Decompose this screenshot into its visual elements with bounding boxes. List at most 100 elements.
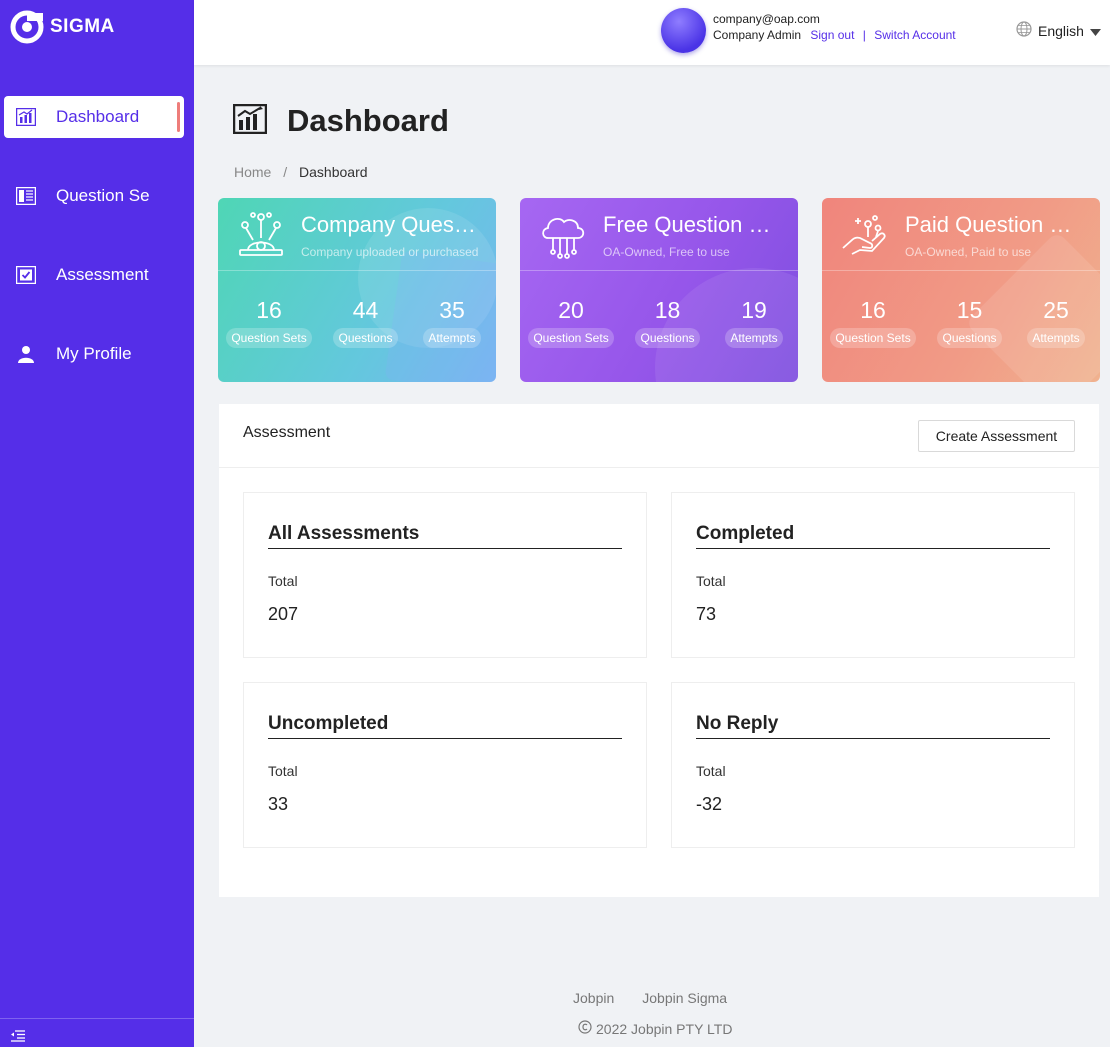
box-title: Completed xyxy=(696,523,795,544)
sidebar-footer xyxy=(0,1018,194,1047)
user-role: Company Admin xyxy=(713,28,802,42)
book-icon xyxy=(16,186,36,206)
app-logo[interactable]: SIGMA xyxy=(10,10,115,44)
sidebar-item-dashboard[interactable]: Dashboard xyxy=(4,96,184,138)
completed-box: Completed Total 73 xyxy=(671,492,1075,658)
chart-icon xyxy=(16,107,36,127)
assessment-panel-header: Assessment Create Assessment xyxy=(219,404,1099,468)
create-assessment-button[interactable]: Create Assessment xyxy=(918,420,1075,452)
stat-value: 16 xyxy=(256,297,282,323)
checkbox-icon xyxy=(16,265,36,285)
stat-value: 18 xyxy=(654,297,681,323)
box-underline xyxy=(268,548,622,549)
top-header: company@oap.com Company Admin Sign out |… xyxy=(194,0,1110,65)
globe-icon xyxy=(1016,21,1032,40)
stat-label: Attempts xyxy=(1027,328,1085,348)
stat-label: Attempts xyxy=(423,328,481,348)
box-value: -32 xyxy=(696,794,723,814)
stat-label: Question Sets xyxy=(830,328,916,348)
card-title: Company Question Sets xyxy=(301,212,481,237)
all-assessments-box: All Assessments Total 207 xyxy=(243,492,647,658)
box-value: 73 xyxy=(696,604,717,624)
sidebar-item-label: Dashboard xyxy=(56,107,140,126)
assessment-panel-title: Assessment xyxy=(243,424,331,441)
hand-coins-icon xyxy=(840,210,890,260)
user-email: company@oap.com xyxy=(713,12,820,26)
gear-network-icon xyxy=(236,210,286,260)
stat-value: 15 xyxy=(956,297,983,323)
box-title: Uncompleted xyxy=(268,713,389,734)
box-value: 207 xyxy=(268,604,299,624)
language-selector[interactable]: English xyxy=(1016,21,1101,40)
footer-links: Jobpin Jobpin Sigma xyxy=(573,990,727,1006)
stat-label: Questions xyxy=(635,328,700,348)
stat-label: Questions xyxy=(333,328,398,348)
user-role-line: Company Admin Sign out | Switch Account xyxy=(713,28,956,42)
sidebar-item-label: Assessment xyxy=(56,265,149,284)
footer-link-jobpin[interactable]: Jobpin xyxy=(573,990,614,1006)
sidebar-nav: Dashboard Question Se Assessment My Prof… xyxy=(0,96,194,412)
caret-down-icon xyxy=(1089,23,1101,39)
page-title: Dashboard xyxy=(287,103,449,138)
link-separator: | xyxy=(862,28,866,42)
stat-value: 25 xyxy=(1043,297,1069,323)
box-title: No Reply xyxy=(696,713,779,734)
copyright-text: 2022 Jobpin PTY LTD xyxy=(596,1020,733,1037)
avatar[interactable] xyxy=(661,8,706,53)
stat-question-sets: 16 Question Sets xyxy=(828,296,918,348)
breadcrumb-separator: / xyxy=(283,164,288,180)
cloud-network-icon xyxy=(538,210,588,260)
stat-value: 19 xyxy=(741,297,767,323)
breadcrumb-current: Dashboard xyxy=(299,164,368,180)
stat-value: 20 xyxy=(558,297,584,323)
footer-link-jobpin-sigma[interactable]: Jobpin Sigma xyxy=(642,990,727,1006)
card-title: Free Question Sets xyxy=(603,212,783,237)
box-underline xyxy=(268,738,622,739)
breadcrumb-home[interactable]: Home xyxy=(234,164,271,180)
box-value: 33 xyxy=(268,794,289,814)
stat-question-sets: 20 Question Sets xyxy=(526,296,616,348)
box-label: Total xyxy=(696,763,726,779)
sidebar-item-label: Question Se xyxy=(56,186,150,205)
card-divider xyxy=(520,270,798,271)
stat-attempts: 19 Attempts xyxy=(720,296,788,348)
stat-questions: 44 Questions xyxy=(328,296,403,348)
copyright-icon xyxy=(578,1020,592,1037)
sidebar-item-assessment[interactable]: Assessment xyxy=(0,254,194,296)
sign-out-link[interactable]: Sign out xyxy=(810,28,854,42)
paid-question-sets-card[interactable]: Paid Question Sets OA-Owned, Paid to use… xyxy=(822,198,1100,382)
free-question-sets-card[interactable]: Free Question Sets OA-Owned, Free to use… xyxy=(520,198,798,382)
box-label: Total xyxy=(268,573,298,589)
user-icon xyxy=(16,344,36,364)
stat-label: Question Sets xyxy=(226,328,312,348)
stat-questions: 15 Questions xyxy=(932,296,1007,348)
stat-label: Attempts xyxy=(725,328,783,348)
card-subtitle: Company uploaded or purchased xyxy=(301,245,479,259)
uncompleted-box: Uncompleted Total 33 xyxy=(243,682,647,848)
copyright: 2022 Jobpin PTY LTD xyxy=(578,1020,732,1037)
sigma-logo-icon xyxy=(10,10,44,44)
sidebar-item-label: My Profile xyxy=(56,344,132,363)
box-label: Total xyxy=(268,763,298,779)
collapse-menu-icon[interactable] xyxy=(10,1029,26,1047)
switch-account-link[interactable]: Switch Account xyxy=(874,28,955,42)
box-underline xyxy=(696,738,1050,739)
stat-attempts: 25 Attempts xyxy=(1022,296,1090,348)
card-divider xyxy=(218,270,496,271)
sidebar-item-my-profile[interactable]: My Profile xyxy=(0,333,194,375)
box-underline xyxy=(696,548,1050,549)
stat-label: Question Sets xyxy=(528,328,614,348)
box-title: All Assessments xyxy=(268,523,420,544)
stat-value: 44 xyxy=(352,297,379,323)
card-divider xyxy=(822,270,1100,271)
assessment-panel: Assessment Create Assessment All Assessm… xyxy=(219,404,1099,897)
stat-questions: 18 Questions xyxy=(630,296,705,348)
company-question-sets-card[interactable]: Company Question Sets Company uploaded o… xyxy=(218,198,496,382)
stat-value: 35 xyxy=(439,297,465,323)
sidebar-item-question-sets[interactable]: Question Se xyxy=(0,175,194,217)
card-title: Paid Question Sets xyxy=(905,212,1085,237)
card-subtitle: OA-Owned, Paid to use xyxy=(905,245,1032,259)
stat-question-sets: 16 Question Sets xyxy=(224,296,314,348)
sidebar: SIGMA Dashboard Question Se Assessment M… xyxy=(0,0,194,1047)
stat-attempts: 35 Attempts xyxy=(418,296,486,348)
